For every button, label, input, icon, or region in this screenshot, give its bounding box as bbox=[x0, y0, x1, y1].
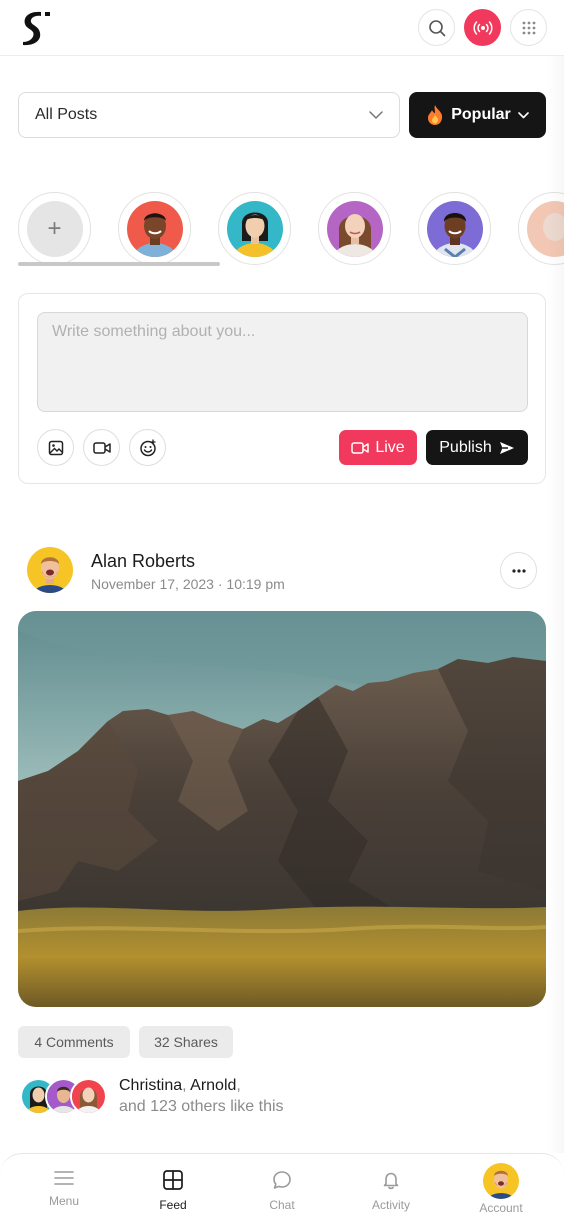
avatar bbox=[326, 200, 383, 257]
add-image-button[interactable] bbox=[37, 429, 74, 466]
send-icon bbox=[499, 441, 514, 454]
liker-name[interactable]: Christina bbox=[119, 1077, 182, 1094]
mountain-landscape-image bbox=[18, 611, 546, 1007]
emoji-icon bbox=[139, 438, 156, 456]
post-more-button[interactable] bbox=[500, 552, 537, 589]
fire-icon bbox=[428, 105, 443, 125]
liker-name[interactable]: Arnold bbox=[190, 1077, 236, 1094]
bell-icon bbox=[383, 1172, 399, 1190]
popular-sort-button[interactable]: Popular bbox=[409, 92, 546, 138]
add-video-button[interactable] bbox=[83, 429, 120, 466]
chevron-down-icon bbox=[369, 111, 383, 119]
live-broadcast-button[interactable] bbox=[464, 9, 501, 46]
avatar bbox=[226, 200, 283, 257]
post-composer: Live Publish bbox=[18, 293, 546, 484]
nav-account[interactable]: Account bbox=[446, 1154, 556, 1223]
nav-menu[interactable]: Menu bbox=[9, 1154, 119, 1223]
scroll-edge bbox=[547, 56, 564, 1153]
story-avatar[interactable] bbox=[418, 192, 491, 265]
publish-button[interactable]: Publish bbox=[426, 430, 528, 465]
comments-button[interactable]: 4 Comments bbox=[18, 1026, 130, 1058]
go-live-button[interactable]: Live bbox=[339, 430, 417, 465]
stories-scrollbar[interactable] bbox=[18, 262, 220, 266]
nav-feed[interactable]: Feed bbox=[118, 1154, 228, 1223]
nav-account-label: Account bbox=[479, 1201, 523, 1215]
nav-activity[interactable]: Activity bbox=[336, 1154, 446, 1223]
search-icon bbox=[428, 19, 445, 36]
add-emoji-button[interactable] bbox=[129, 429, 166, 466]
post-text-input[interactable] bbox=[37, 312, 528, 412]
popular-label: Popular bbox=[451, 106, 511, 123]
feed-grid-icon bbox=[163, 1170, 183, 1190]
post-author-avatar[interactable] bbox=[27, 547, 73, 593]
logo-icon[interactable] bbox=[17, 10, 51, 46]
plus-icon: + bbox=[26, 200, 83, 257]
likes-names: Christina, Arnold, bbox=[119, 1077, 241, 1094]
search-button[interactable] bbox=[418, 9, 455, 46]
story-avatar[interactable] bbox=[218, 192, 291, 265]
post-timestamp: November 17, 2023 · 10:19 pm bbox=[91, 576, 285, 592]
broadcast-icon bbox=[472, 20, 493, 35]
likers-avatars[interactable] bbox=[20, 1078, 110, 1116]
post-filter-select[interactable]: All Posts bbox=[18, 92, 400, 138]
story-avatar[interactable] bbox=[118, 192, 191, 265]
avatar bbox=[126, 200, 183, 257]
avatar bbox=[27, 547, 73, 593]
video-icon bbox=[92, 441, 111, 454]
nav-activity-label: Activity bbox=[371, 1198, 410, 1212]
post-filter-value: All Posts bbox=[35, 106, 98, 123]
story-avatar[interactable] bbox=[318, 192, 391, 265]
apps-grid-icon bbox=[522, 21, 535, 34]
nav-chat-label: Chat bbox=[269, 1198, 295, 1212]
post-author-name[interactable]: Alan Roberts bbox=[91, 551, 195, 572]
chat-icon bbox=[273, 1171, 291, 1189]
avatar bbox=[70, 1078, 107, 1115]
likes-summary[interactable]: and 123 others like this bbox=[119, 1098, 284, 1116]
nav-menu-label: Menu bbox=[48, 1194, 80, 1208]
add-story-button[interactable]: + bbox=[18, 192, 91, 265]
top-bar bbox=[0, 0, 564, 56]
apps-button[interactable] bbox=[510, 9, 547, 46]
publish-label: Publish bbox=[439, 438, 492, 456]
more-horizontal-icon bbox=[511, 568, 526, 573]
post-image[interactable] bbox=[18, 611, 546, 1007]
nav-feed-label: Feed bbox=[159, 1198, 187, 1212]
bottom-navigation: Menu Feed Chat Activity Account bbox=[0, 1153, 564, 1223]
live-label: Live bbox=[375, 438, 405, 456]
avatar bbox=[483, 1163, 519, 1199]
chevron-down-icon bbox=[517, 111, 529, 118]
image-icon bbox=[48, 440, 63, 455]
menu-icon bbox=[54, 1171, 74, 1185]
avatar bbox=[426, 200, 483, 257]
stories-row: + bbox=[0, 192, 564, 268]
video-icon bbox=[351, 441, 370, 454]
nav-chat[interactable]: Chat bbox=[227, 1154, 337, 1223]
shares-button[interactable]: 32 Shares bbox=[139, 1026, 233, 1058]
